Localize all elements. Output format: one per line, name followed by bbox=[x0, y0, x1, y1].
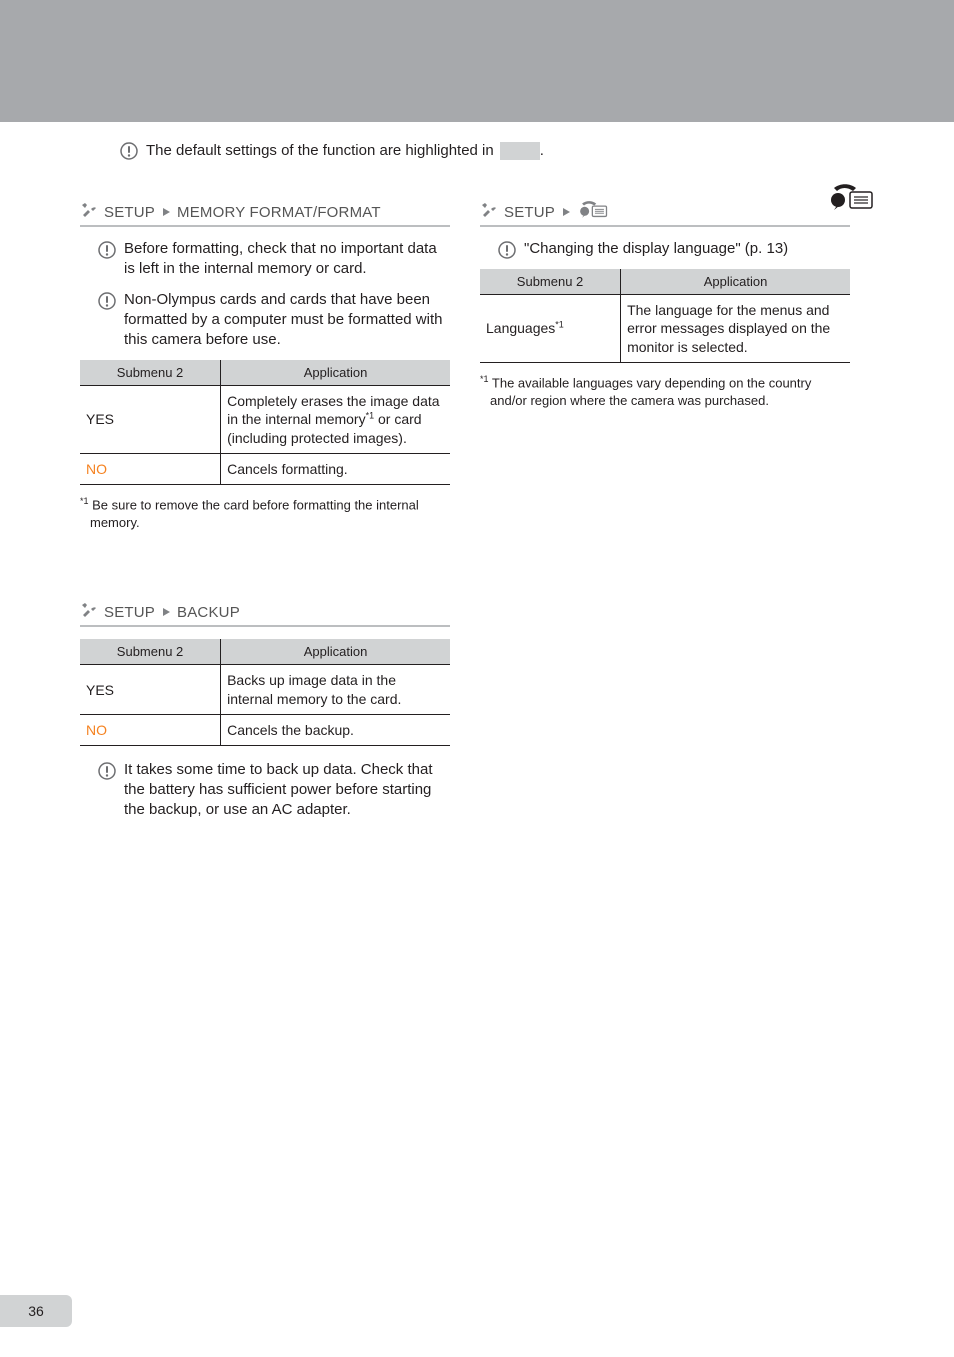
default-highlight-swatch bbox=[500, 142, 540, 160]
two-columns: SETUP MEMORY FORMAT/FORMAT Before format… bbox=[80, 201, 874, 861]
page-number-text: 36 bbox=[28, 1303, 44, 1319]
table-cell-no: NO bbox=[80, 714, 221, 745]
table-header-submenu: Submenu 2 bbox=[80, 639, 221, 665]
table-cell-yes: YES bbox=[80, 665, 221, 714]
footnote-text: The available languages vary depending o… bbox=[490, 375, 811, 408]
table-cell-no: NO bbox=[80, 453, 221, 484]
table-cell-desc: Cancels the backup. bbox=[221, 714, 450, 745]
tools-icon bbox=[80, 201, 98, 223]
page-number: 36 bbox=[0, 1295, 72, 1327]
cell-sup: *1 bbox=[366, 411, 375, 421]
language-icon-large bbox=[828, 184, 874, 217]
table-header-application: Application bbox=[621, 269, 850, 295]
cell-sup: *1 bbox=[555, 320, 564, 330]
table-header-submenu: Submenu 2 bbox=[480, 269, 621, 295]
triangle-icon bbox=[161, 604, 171, 621]
section-heading-language: SETUP bbox=[480, 201, 850, 227]
table-backup: Submenu 2 Application YES Backs up image… bbox=[80, 639, 450, 746]
note-backup: It takes some time to back up data. Chec… bbox=[98, 760, 450, 821]
table-memory-format: Submenu 2 Application YES Completely era… bbox=[80, 360, 450, 485]
note-text: "Changing the display language" (p. 13) bbox=[524, 239, 788, 259]
breadcrumb-setup: SETUP bbox=[504, 204, 555, 221]
table-cell-desc: The language for the menus and error mes… bbox=[621, 295, 850, 363]
note-text: Non-Olympus cards and cards that have be… bbox=[124, 290, 450, 351]
footnote-language: *1 The available languages vary dependin… bbox=[480, 373, 850, 409]
info-icon bbox=[98, 292, 116, 310]
section-backup: SETUP BACKUP Submenu 2 Application YES bbox=[80, 601, 450, 820]
info-icon bbox=[98, 241, 116, 259]
table-header-row: Submenu 2 Application bbox=[80, 360, 450, 386]
table-cell-desc: Completely erases the image data in the … bbox=[221, 386, 450, 454]
right-column: SETUP bbox=[480, 201, 850, 861]
note-format-1: Before formatting, check that no importa… bbox=[98, 239, 450, 280]
table-cell-desc: Backs up image data in the internal memo… bbox=[221, 665, 450, 714]
table-row: YES Backs up image data in the internal … bbox=[80, 665, 450, 714]
info-icon bbox=[98, 762, 116, 780]
breadcrumb-setup: SETUP bbox=[104, 204, 155, 221]
note-text: Before formatting, check that no importa… bbox=[124, 239, 450, 280]
footnote-memory-format: *1 Be sure to remove the card before for… bbox=[80, 495, 450, 531]
table-language: Submenu 2 Application Languages*1 The la… bbox=[480, 269, 850, 363]
language-icon bbox=[577, 201, 609, 223]
table-cell-desc: Cancels formatting. bbox=[221, 453, 450, 484]
table-row: NO Cancels the backup. bbox=[80, 714, 450, 745]
cell-text-pre: Languages bbox=[486, 320, 555, 336]
section-heading-backup: SETUP BACKUP bbox=[80, 601, 450, 627]
breadcrumb-item: BACKUP bbox=[177, 604, 240, 621]
info-icon bbox=[120, 142, 138, 160]
note-text: It takes some time to back up data. Chec… bbox=[124, 760, 450, 821]
intro-line: The default settings of the function are… bbox=[120, 140, 874, 161]
note-format-2: Non-Olympus cards and cards that have be… bbox=[98, 290, 450, 351]
section-heading-memory-format: SETUP MEMORY FORMAT/FORMAT bbox=[80, 201, 450, 227]
info-icon bbox=[498, 241, 516, 259]
table-row: YES Completely erases the image data in … bbox=[80, 386, 450, 454]
top-banner bbox=[0, 0, 954, 122]
table-row: NO Cancels formatting. bbox=[80, 453, 450, 484]
footnote-sup: *1 bbox=[80, 496, 89, 506]
table-header-row: Submenu 2 Application bbox=[480, 269, 850, 295]
breadcrumb-item: MEMORY FORMAT/FORMAT bbox=[177, 204, 381, 221]
breadcrumb-setup: SETUP bbox=[104, 604, 155, 621]
table-header-application: Application bbox=[221, 639, 450, 665]
footnote-text: Be sure to remove the card before format… bbox=[90, 497, 419, 530]
note-language: "Changing the display language" (p. 13) bbox=[498, 239, 850, 259]
triangle-icon bbox=[561, 204, 571, 221]
tools-icon bbox=[480, 201, 498, 223]
table-header-submenu: Submenu 2 bbox=[80, 360, 221, 386]
left-column: SETUP MEMORY FORMAT/FORMAT Before format… bbox=[80, 201, 450, 861]
triangle-icon bbox=[161, 204, 171, 221]
tools-icon bbox=[80, 601, 98, 623]
table-row: Languages*1 The language for the menus a… bbox=[480, 295, 850, 363]
content-area: The default settings of the function are… bbox=[0, 140, 954, 861]
intro-text: The default settings of the function are… bbox=[146, 140, 494, 161]
intro-period: . bbox=[540, 140, 544, 161]
page: The default settings of the function are… bbox=[0, 0, 954, 1357]
table-header-row: Submenu 2 Application bbox=[80, 639, 450, 665]
table-cell-yes: YES bbox=[80, 386, 221, 454]
footnote-sup: *1 bbox=[480, 374, 489, 384]
section-memory-format: SETUP MEMORY FORMAT/FORMAT Before format… bbox=[80, 201, 450, 531]
section-language: SETUP bbox=[480, 201, 850, 409]
table-cell-languages: Languages*1 bbox=[480, 295, 621, 363]
table-header-application: Application bbox=[221, 360, 450, 386]
